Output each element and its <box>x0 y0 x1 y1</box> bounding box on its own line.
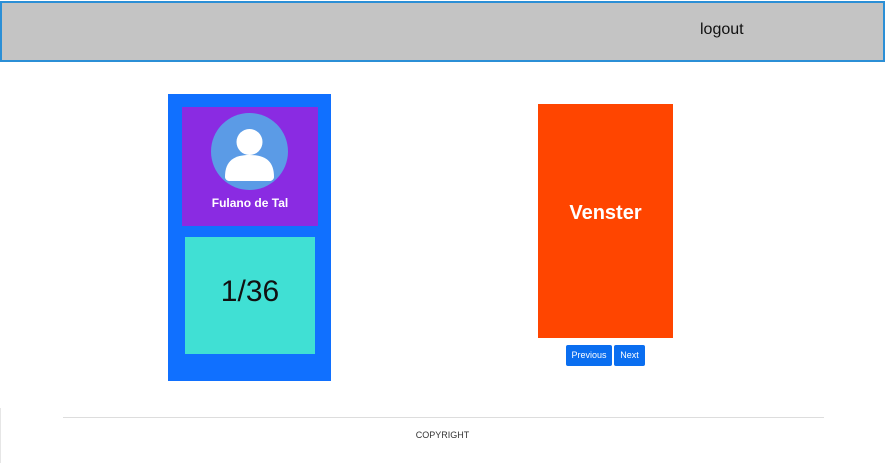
copyright-text: COPYRIGHT <box>415 430 470 440</box>
user-panel: Fulano de Tal 1/36 <box>168 94 331 381</box>
word-card-title: Venster <box>569 202 642 224</box>
profile-name: Fulano de Tal <box>211 196 289 210</box>
next-button[interactable]: Next <box>614 345 645 366</box>
progress-counter-box: 1/36 <box>185 237 315 354</box>
top-navbar: logout <box>0 1 885 62</box>
profile-card: Fulano de Tal <box>182 107 318 226</box>
user-avatar-icon <box>211 113 288 190</box>
previous-button[interactable]: Previous <box>566 345 612 366</box>
footer-divider <box>63 417 824 418</box>
page: logout Fulano de Tal 1/36 Venster Previo… <box>0 0 885 463</box>
progress-counter: 1/36 <box>220 275 280 308</box>
word-card[interactable]: Venster <box>538 104 673 338</box>
logout-link[interactable]: logout <box>700 21 744 39</box>
left-edge-divider <box>0 408 1 463</box>
